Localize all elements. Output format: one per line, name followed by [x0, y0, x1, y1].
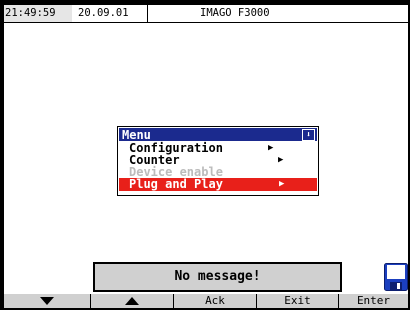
status-divider: [147, 5, 148, 22]
softkey-bar: Ack Exit Enter: [4, 294, 408, 308]
message-box: No message!: [93, 262, 342, 292]
up-arrow-icon: [125, 297, 139, 305]
scroll-down-icon[interactable]: ⬇: [302, 129, 315, 141]
softkey-exit[interactable]: Exit: [257, 294, 339, 308]
floppy-disk-icon[interactable]: [384, 263, 408, 291]
menu-item-plug-and-play[interactable]: Plug and Play ▶: [119, 178, 317, 191]
submenu-arrow-icon: ▶: [278, 155, 284, 165]
menu-header: Menu ⬇: [119, 128, 317, 141]
device-title: IMAGO F3000: [200, 7, 270, 19]
submenu-arrow-icon: ▶: [279, 179, 285, 189]
clock-seconds: 9: [49, 7, 56, 19]
menu-item-label: Plug and Play: [129, 177, 223, 191]
softkey-enter[interactable]: Enter: [339, 294, 408, 308]
down-arrow-icon: [40, 297, 54, 305]
hmi-screen: 21:49:59 20.09.01 IMAGO F3000 Menu ⬇ Con…: [4, 5, 408, 308]
status-bar: 21:49:59 20.09.01 IMAGO F3000: [4, 5, 408, 23]
submenu-arrow-icon: ▶: [268, 143, 274, 153]
date: 20.09.01: [78, 7, 129, 19]
clock-time: 21:49:5: [5, 7, 50, 19]
menu-title: Menu: [122, 128, 151, 142]
menu-popup: Menu ⬇ Configuration ▶ Counter ▶ Device …: [117, 126, 319, 196]
softkey-down[interactable]: [4, 294, 91, 308]
clock: 21:49:59: [4, 5, 72, 22]
softkey-ack[interactable]: Ack: [174, 294, 257, 308]
softkey-up[interactable]: [91, 294, 174, 308]
